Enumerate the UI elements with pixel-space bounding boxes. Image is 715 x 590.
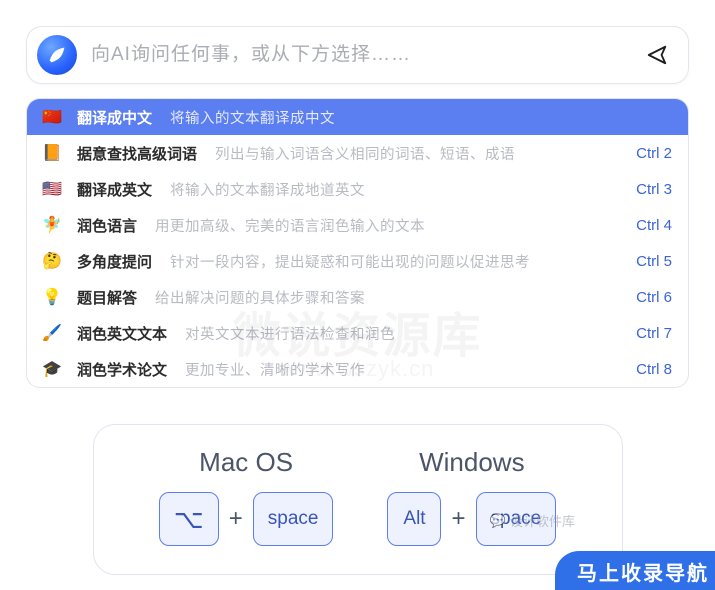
send-icon [646,44,668,66]
command-row[interactable]: 🎓 润色学术论文更加专业、清晰的学术写作 Ctrl 8 [27,351,688,387]
command-shortcut: Ctrl 5 [636,253,672,270]
hotkey-mac-label: Mac OS [199,447,293,478]
feather-icon [46,44,68,66]
hotkey-windows: Windows Alt + space [387,447,556,546]
command-shortcut: Ctrl 8 [636,361,672,378]
command-row[interactable]: 🖌️ 润色英文文本对英文文本进行语法检查和润色 Ctrl 7 [27,315,688,351]
command-shortcut: Ctrl 7 [636,325,672,342]
command-emoji: 🎓 [41,359,63,379]
command-desc: 更加专业、清晰的学术写作 [185,359,624,380]
command-emoji: 💡 [41,287,63,307]
app-logo [37,35,77,75]
command-title: 翻译成中文 [77,107,152,128]
command-row[interactable]: 🤔 多角度提问针对一段内容，提出疑惑和可能出现的问题以促进思考 Ctrl 5 [27,243,688,279]
mini-watermark-text: 设计软件库 [510,511,575,530]
command-desc: 对英文文本进行语法检查和润色 [185,323,624,344]
key-option: ⌥ [159,492,219,546]
command-title: 润色语言 [77,215,137,236]
send-button[interactable] [644,42,670,68]
command-row[interactable]: 🧚 润色语言用更加高级、完美的语言润色输入的文本 Ctrl 4 [27,207,688,243]
search-bar[interactable] [26,26,689,84]
command-desc: 列出与输入词语含义相同的词语、短语、成语 [215,143,624,164]
command-row[interactable]: 💡 题目解答给出解决问题的具体步骤和答案 Ctrl 6 [27,279,688,315]
command-shortcut: Ctrl 4 [636,217,672,234]
command-title: 翻译成英文 [77,179,152,200]
command-emoji: 🇨🇳 [41,107,63,127]
search-input[interactable] [91,44,644,66]
command-row[interactable]: 📙 据意查找高级词语列出与输入词语含义相同的词语、短语、成语 Ctrl 2 [27,135,688,171]
key-alt: Alt [387,492,441,546]
command-shortcut: Ctrl 3 [636,181,672,198]
command-shortcut: Ctrl 6 [636,289,672,306]
command-title: 多角度提问 [77,251,152,272]
command-emoji: 🇺🇸 [41,179,63,199]
command-desc: 针对一段内容，提出疑惑和可能出现的问题以促进思考 [170,251,624,272]
command-title: 据意查找高级词语 [77,143,197,164]
command-emoji: 📙 [41,143,63,163]
command-desc: 给出解决问题的具体步骤和答案 [155,287,624,308]
command-title: 润色英文文本 [77,323,167,344]
command-desc: 用更加高级、完美的语言润色输入的文本 [155,215,624,236]
plus-icon: + [451,505,465,533]
key-space: space [253,492,334,546]
command-emoji: 🖌️ [41,323,63,343]
hotkey-mac-keys: ⌥ + space [159,492,334,546]
command-desc: 将输入的文本翻译成中文 [170,107,660,128]
chat-icon: 💬 [490,513,506,529]
command-shortcut: Ctrl 2 [636,145,672,162]
command-title: 题目解答 [77,287,137,308]
command-title: 润色学术论文 [77,359,167,380]
plus-icon: + [229,505,243,533]
command-row[interactable]: 🇺🇸 翻译成英文将输入的文本翻译成地道英文 Ctrl 3 [27,171,688,207]
hotkey-mac: Mac OS ⌥ + space [159,447,334,546]
command-row[interactable]: 🇨🇳 翻译成中文将输入的文本翻译成中文 [27,99,688,135]
corner-badge: 马上收录导航 [555,551,715,590]
command-emoji: 🤔 [41,251,63,271]
hotkey-panel: Mac OS ⌥ + space Windows Alt + space [93,424,623,575]
command-desc: 将输入的文本翻译成地道英文 [170,179,624,200]
mini-watermark: 💬 设计软件库 [490,511,575,530]
command-emoji: 🧚 [41,215,63,235]
hotkey-windows-label: Windows [419,447,524,478]
command-panel: 🇨🇳 翻译成中文将输入的文本翻译成中文 📙 据意查找高级词语列出与输入词语含义相同的词… [26,98,689,388]
